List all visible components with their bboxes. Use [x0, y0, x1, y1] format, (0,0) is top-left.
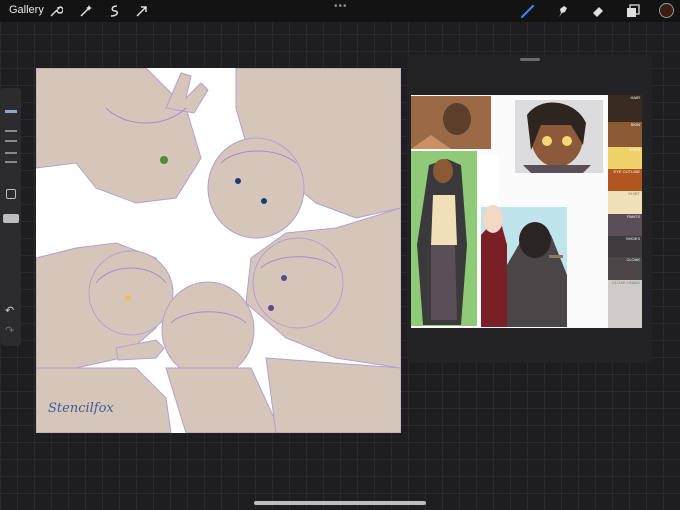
- sketch-artwork: [36, 68, 401, 433]
- transform-icon[interactable]: [134, 3, 150, 19]
- selection-icon[interactable]: [106, 3, 122, 19]
- swatch-shoes: SHOES: [608, 236, 642, 257]
- undo-button[interactable]: ↶: [5, 304, 14, 317]
- swatch-eyes: EYES: [608, 147, 642, 169]
- gallery-button[interactable]: Gallery: [9, 4, 44, 16]
- eraser-icon[interactable]: [590, 3, 606, 19]
- opacity-slider[interactable]: [3, 214, 19, 223]
- swatch-pants: PANTS: [608, 214, 642, 236]
- color-picker-button[interactable]: [659, 3, 674, 18]
- brush-icon[interactable]: [520, 3, 536, 19]
- layers-icon[interactable]: [625, 3, 641, 19]
- modify-button[interactable]: [6, 189, 16, 199]
- artist-signature: Stencilfox: [48, 401, 114, 416]
- reference-window[interactable]: HAIR SKIN EYES EYE OUTLINE SHIRT PANTS S…: [407, 55, 652, 363]
- color-swatch-strip: HAIR SKIN EYES EYE OUTLINE SHIRT PANTS S…: [608, 95, 642, 328]
- redo-button[interactable]: ↷: [5, 324, 14, 337]
- brush-size-slider[interactable]: [5, 108, 17, 183]
- more-options-button[interactable]: •••: [334, 1, 348, 12]
- home-indicator[interactable]: [254, 501, 426, 505]
- top-toolbar: Gallery •••: [0, 0, 680, 22]
- swatch-cloak: CLOAK: [608, 257, 642, 280]
- swatch-hair: HAIR: [608, 95, 642, 122]
- reference-drag-handle[interactable]: [520, 58, 540, 61]
- drawing-canvas[interactable]: Stencilfox: [36, 68, 401, 433]
- reference-image: HAIR SKIN EYES EYE OUTLINE SHIRT PANTS S…: [411, 95, 642, 328]
- wrench-icon[interactable]: [48, 3, 64, 19]
- swatch-shirt: SHIRT: [608, 191, 642, 214]
- smudge-icon[interactable]: [555, 3, 571, 19]
- swatch-cloak-lining: CLOAK LINING: [608, 280, 642, 328]
- left-sidebar: ↶ ↷: [1, 88, 21, 346]
- swatch-eye-outline: EYE OUTLINE: [608, 169, 642, 191]
- magic-wand-icon[interactable]: [78, 3, 94, 19]
- swatch-skin: SKIN: [608, 122, 642, 147]
